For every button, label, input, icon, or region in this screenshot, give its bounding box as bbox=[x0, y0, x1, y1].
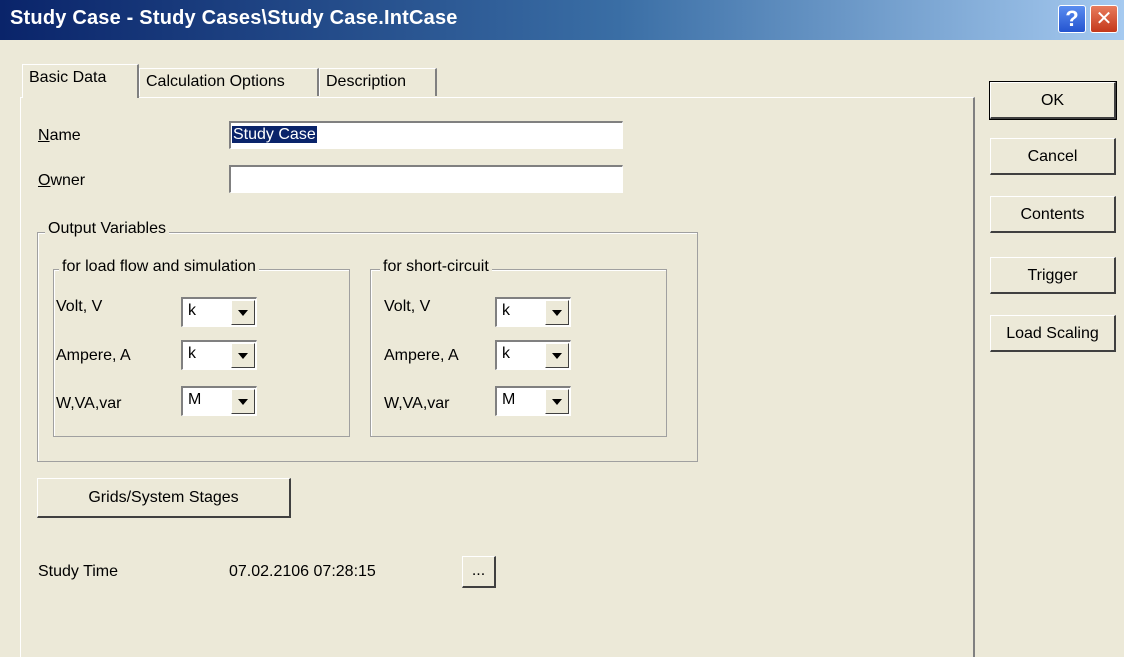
name-field-value: Study Case bbox=[232, 126, 317, 143]
sc-volt-label: Volt, V bbox=[384, 298, 431, 315]
help-button[interactable]: ? bbox=[1058, 5, 1086, 33]
load-flow-title: for load flow and simulation bbox=[59, 258, 259, 276]
sc-volt-unit-value: k bbox=[502, 302, 510, 319]
help-icon: ? bbox=[1065, 6, 1079, 31]
chevron-down-icon[interactable] bbox=[545, 343, 569, 368]
study-case-dialog: Study Case - Study Cases\Study Case.IntC… bbox=[0, 0, 1124, 657]
study-time-value: 07.02.2106 07:28:15 bbox=[229, 563, 376, 580]
owner-label: Owner bbox=[38, 172, 86, 189]
title-bar[interactable]: Study Case - Study Cases\Study Case.IntC… bbox=[0, 0, 1124, 40]
lf-power-unit-select[interactable]: M bbox=[181, 386, 257, 416]
close-button[interactable]: ✕ bbox=[1090, 5, 1118, 33]
sc-power-unit-value: M bbox=[502, 391, 516, 408]
tab-description[interactable]: Description bbox=[319, 68, 437, 96]
sc-ampere-label: Ampere, A bbox=[384, 347, 459, 364]
owner-field[interactable] bbox=[229, 165, 623, 193]
chevron-down-icon[interactable] bbox=[231, 343, 255, 368]
cancel-button[interactable]: Cancel bbox=[990, 138, 1116, 175]
load-scaling-button[interactable]: Load Scaling bbox=[990, 315, 1116, 352]
trigger-button[interactable]: Trigger bbox=[990, 257, 1116, 294]
tab-calculation-options[interactable]: Calculation Options bbox=[139, 68, 319, 96]
sc-power-label: W,VA,var bbox=[384, 395, 450, 412]
lf-ampere-unit-select[interactable]: k bbox=[181, 340, 257, 370]
ok-button[interactable]: OK bbox=[989, 81, 1117, 120]
sc-power-unit-select[interactable]: M bbox=[495, 386, 571, 416]
lf-volt-unit-select[interactable]: k bbox=[181, 297, 257, 327]
close-icon: ✕ bbox=[1095, 8, 1113, 30]
window-title: Study Case - Study Cases\Study Case.IntC… bbox=[10, 7, 458, 29]
name-label: Name bbox=[38, 127, 81, 144]
basic-data-panel: Name Study Case Owner Output Variables f… bbox=[20, 97, 975, 657]
lf-power-unit-value: M bbox=[188, 391, 202, 408]
tab-basic-data[interactable]: Basic Data bbox=[22, 64, 139, 98]
sc-volt-unit-select[interactable]: k bbox=[495, 297, 571, 327]
lf-ampere-label: Ampere, A bbox=[56, 347, 131, 364]
chevron-down-icon[interactable] bbox=[231, 300, 255, 325]
short-circuit-title: for short-circuit bbox=[380, 258, 492, 276]
contents-button[interactable]: Contents bbox=[990, 196, 1116, 233]
lf-ampere-unit-value: k bbox=[188, 345, 196, 362]
output-variables-title: Output Variables bbox=[45, 220, 169, 238]
lf-power-label: W,VA,var bbox=[56, 395, 122, 412]
lf-volt-label: Volt, V bbox=[56, 298, 103, 315]
chevron-down-icon[interactable] bbox=[231, 389, 255, 414]
study-time-picker-button[interactable]: ... bbox=[462, 556, 496, 588]
name-field[interactable]: Study Case bbox=[229, 121, 623, 149]
chevron-down-icon[interactable] bbox=[545, 389, 569, 414]
study-time-label: Study Time bbox=[38, 563, 119, 580]
grids-system-stages-button[interactable]: Grids/System Stages bbox=[37, 478, 291, 518]
lf-volt-unit-value: k bbox=[188, 302, 196, 319]
sc-ampere-unit-select[interactable]: k bbox=[495, 340, 571, 370]
chevron-down-icon[interactable] bbox=[545, 300, 569, 325]
sc-ampere-unit-value: k bbox=[502, 345, 510, 362]
